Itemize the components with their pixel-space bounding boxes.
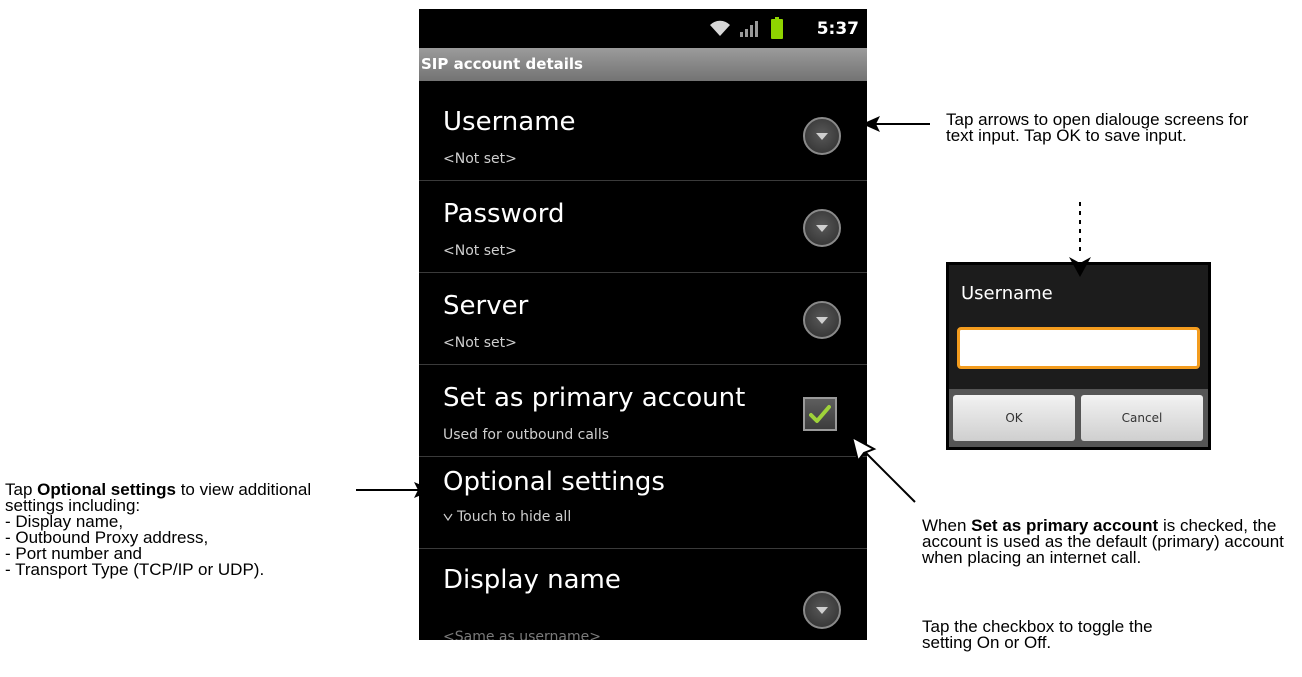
dialog-title: Username [961, 283, 1053, 304]
arrows-note: Tap arrows to open dialouge screens for … [946, 110, 1249, 145]
setting-username[interactable]: Username <Not set> [419, 89, 867, 181]
battery-icon [771, 17, 783, 43]
dialog-button-bar: OK Cancel [949, 389, 1208, 447]
callout-line [865, 452, 916, 503]
title-bar: SIP account details [419, 48, 867, 81]
wifi-icon [708, 19, 732, 41]
setting-summary-line: Touch to hide all [443, 509, 571, 525]
checkbox-note: Tap the checkbox to toggle the setting O… [922, 617, 1153, 652]
phone-screen: 5:37 SIP account details Username <Not s… [419, 9, 867, 640]
setting-summary: <Not set> [443, 243, 517, 259]
triangle-down-icon [443, 513, 453, 522]
setting-display-name[interactable]: Display name <Same as username> [419, 549, 867, 640]
dropdown-arrow-icon[interactable] [803, 117, 841, 155]
ok-button[interactable]: OK [953, 395, 1075, 441]
setting-summary: <Not set> [443, 151, 517, 167]
username-dialog: Username OK Cancel [946, 262, 1211, 450]
setting-title: Password [443, 199, 565, 229]
setting-server[interactable]: Server <Not set> [419, 273, 867, 365]
setting-title: Optional settings [443, 467, 665, 497]
setting-summary: <Not set> [443, 335, 517, 351]
setting-title: Server [443, 291, 529, 321]
setting-title: Set as primary account [443, 383, 746, 413]
setting-title: Username [443, 107, 576, 137]
status-time: 5:37 [816, 19, 859, 39]
checkmark-icon [809, 405, 831, 423]
cancel-button[interactable]: Cancel [1081, 395, 1203, 441]
setting-optional[interactable]: Optional settings Touch to hide all [419, 457, 867, 549]
setting-summary: <Same as username> [443, 629, 601, 640]
dropdown-arrow-icon[interactable] [803, 301, 841, 339]
note-list-item: - Transport Type (TCP/IP or UDP). [5, 560, 265, 579]
setting-password[interactable]: Password <Not set> [419, 181, 867, 273]
setting-summary: Used for outbound calls [443, 427, 610, 443]
setting-title: Display name [443, 565, 621, 595]
primary-account-note: When Set as primary account is checked, … [922, 517, 1294, 566]
setting-primary-account[interactable]: Set as primary account Used for outbound… [419, 365, 867, 457]
status-bar: 5:37 [419, 9, 867, 45]
setting-summary: Touch to hide all [457, 509, 572, 525]
username-input[interactable] [957, 327, 1200, 369]
dropdown-arrow-icon[interactable] [803, 209, 841, 247]
primary-account-checkbox[interactable] [803, 397, 837, 431]
optional-settings-note: Tap Optional settings to view additional… [5, 481, 365, 579]
dropdown-arrow-icon[interactable] [803, 591, 841, 629]
signal-icon [740, 21, 760, 41]
